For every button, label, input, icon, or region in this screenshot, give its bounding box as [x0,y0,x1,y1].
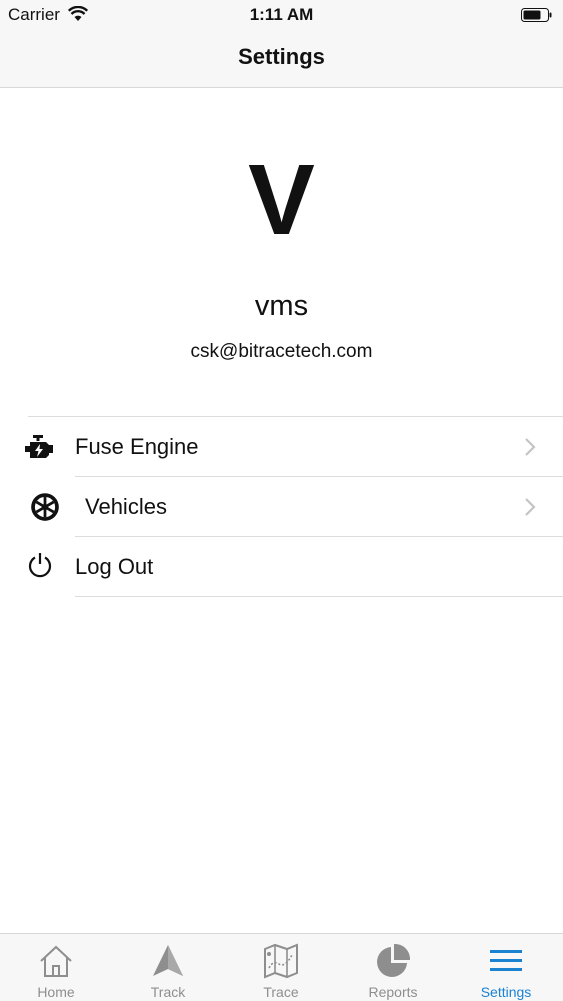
tab-label: Reports [368,984,418,1000]
tab-label: Settings [480,984,532,1000]
chevron-right-icon [525,498,536,516]
navigation-bar: Settings [0,30,563,88]
wheel-icon [31,493,59,521]
tab-bar: Home Track Trace Reports Settings [0,933,563,1001]
menu-item-fuse-engine[interactable]: Fuse Engine [0,417,563,477]
profile-email: csk@bitracetech.com [190,341,373,362]
tab-label: Trace [263,984,299,1000]
pie-chart-icon [377,943,411,977]
tab-label: Home [37,984,75,1000]
chevron-right-icon [525,438,536,456]
profile-name: vms [254,290,309,322]
menu-lines-icon [490,950,522,971]
engine-icon [25,435,53,458]
map-icon [264,943,298,979]
navigation-arrow-icon [153,945,183,976]
page-title: Settings [238,44,325,69]
avatar-initial: V [248,144,315,256]
tab-home[interactable]: Home [0,934,112,1001]
tab-track[interactable]: Track [112,934,224,1001]
menu-item-log-out[interactable]: Log Out [0,537,563,597]
tab-trace[interactable]: Trace [225,934,337,1001]
battery-icon [521,8,552,22]
tab-reports[interactable]: Reports [337,934,449,1001]
menu-item-label: Log Out [75,554,154,579]
menu-item-label: Fuse Engine [75,434,199,459]
power-icon [28,553,52,578]
menu-divider [75,596,563,597]
status-bar: Carrier 1:11 AM [0,0,563,30]
menu-item-label: Vehicles [85,494,167,519]
home-icon [40,945,72,977]
menu-item-vehicles[interactable]: Vehicles [0,477,563,537]
tab-label: Track [150,984,186,1000]
tab-settings[interactable]: Settings [450,934,562,1001]
status-time: 1:11 AM [249,5,314,24]
